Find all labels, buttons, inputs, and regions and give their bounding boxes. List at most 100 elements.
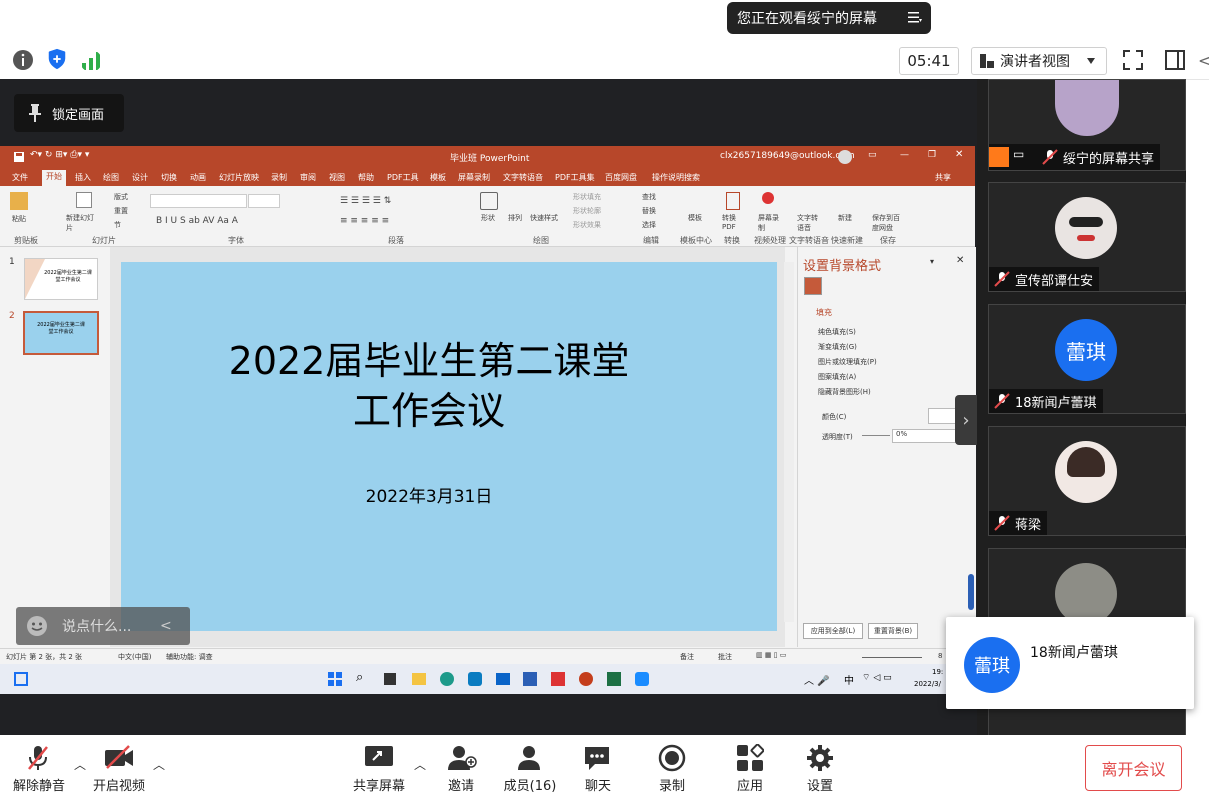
restore-icon[interactable]: ❐ <box>928 150 936 160</box>
arrange-button[interactable]: 排列 <box>508 213 522 223</box>
video-off-icon[interactable] <box>103 744 135 770</box>
excel-icon[interactable] <box>607 672 621 686</box>
windows-start-icon[interactable] <box>328 672 342 686</box>
notes-button[interactable]: 备注 <box>680 652 694 662</box>
chat-input[interactable]: 说点什么... < <box>16 607 190 645</box>
pdf-icon[interactable] <box>726 192 740 210</box>
template-button[interactable]: 模板 <box>688 213 702 223</box>
menu-pdf-toolset[interactable]: PDF工具集 <box>555 172 595 183</box>
wps-icon[interactable] <box>551 672 565 686</box>
ime-indicator[interactable]: 中 <box>844 672 854 687</box>
record-button[interactable]: 录制 <box>652 775 692 794</box>
replace-button[interactable]: 替换 <box>642 206 656 216</box>
close-icon[interactable]: ✕ <box>955 149 963 160</box>
tray-icons[interactable]: ︿ 🎤 <box>804 672 830 687</box>
panel-scrollbar[interactable] <box>968 574 974 610</box>
lock-screen-button[interactable]: 锁定画面 <box>14 94 124 132</box>
transparency-input[interactable]: 0% <box>892 429 956 443</box>
color-picker[interactable] <box>928 408 956 424</box>
watching-indicator[interactable]: 您正在观看绥宁的屏幕 <box>727 2 931 34</box>
task-view-icon[interactable] <box>384 673 396 685</box>
apps-button[interactable]: 应用 <box>730 775 770 794</box>
paste-button[interactable]: 粘贴 <box>12 214 26 224</box>
avatar[interactable] <box>838 150 852 164</box>
menu-record[interactable]: 录制 <box>271 172 287 183</box>
new-slide-icon[interactable] <box>76 192 92 208</box>
search-icon[interactable]: ⌕ <box>356 670 363 685</box>
option-solid[interactable]: 纯色填充(S) <box>818 327 856 337</box>
menu-home[interactable]: 开始 <box>42 170 66 186</box>
menu-tts[interactable]: 文字转语音 <box>503 172 543 183</box>
tts-button[interactable]: 文字转语音 <box>797 213 821 233</box>
select-button[interactable]: 选择 <box>642 220 656 230</box>
current-slide[interactable] <box>121 262 777 631</box>
chat-button[interactable]: 聊天 <box>578 775 618 794</box>
settings-button[interactable]: 设置 <box>800 775 840 794</box>
comments-button[interactable]: 批注 <box>718 652 732 662</box>
shape-outline-button[interactable]: 形状轮廓 <box>573 206 601 216</box>
find-button[interactable]: 查找 <box>642 192 656 202</box>
shield-icon[interactable] <box>46 48 68 70</box>
layout-button[interactable]: 版式 <box>114 192 128 202</box>
menu-baidu[interactable]: 百度网盘 <box>605 172 637 183</box>
video-options-icon[interactable]: ︿ <box>153 756 165 773</box>
ribbon-display-icon[interactable]: ▭ <box>868 150 877 160</box>
mail-icon[interactable] <box>496 673 510 685</box>
pane-close-icon[interactable]: ✕ <box>956 255 964 266</box>
meeting-app-icon[interactable] <box>635 672 649 686</box>
minimize-icon[interactable]: — <box>900 150 909 160</box>
paste-icon[interactable] <box>10 192 28 210</box>
fill-tab-icon[interactable] <box>804 277 822 295</box>
signal-strength-icon[interactable] <box>80 50 102 72</box>
menu-review[interactable]: 审阅 <box>300 172 316 183</box>
more-icon[interactable]: < <box>1198 51 1209 70</box>
record-icon[interactable] <box>658 744 686 772</box>
option-gradient[interactable]: 渐变填充(G) <box>818 342 857 352</box>
reset-bg-button[interactable]: 重置背景(B) <box>868 623 918 639</box>
menu-insert[interactable]: 插入 <box>75 172 91 183</box>
view-selector[interactable]: 演讲者视图 <box>971 47 1107 75</box>
menu-slideshow[interactable]: 幻灯片放映 <box>219 172 259 183</box>
menu-transitions[interactable]: 切换 <box>161 172 177 183</box>
transparency-slider[interactable] <box>862 435 890 436</box>
shape-icon[interactable] <box>480 192 498 210</box>
share-screen-icon[interactable] <box>364 744 394 770</box>
option-picture[interactable]: 图片或纹理填充(P) <box>818 357 877 367</box>
hide-bg-checkbox[interactable]: 隐藏背景图形(H) <box>818 387 871 397</box>
align-icons[interactable]: ≡ ≡ ≡ ≡ ≡ <box>340 216 389 226</box>
fullscreen-icon[interactable] <box>1122 49 1144 71</box>
screen-record-button[interactable]: 屏幕录制 <box>758 213 780 233</box>
mic-muted-icon[interactable] <box>26 744 50 772</box>
section-button[interactable]: 节 <box>114 220 121 230</box>
font-format-icons[interactable]: B I U S ab AV Aa A <box>156 216 238 226</box>
apps-icon[interactable] <box>736 744 764 772</box>
participant-tile[interactable]: 宣传部谭仕安 <box>988 182 1186 292</box>
participant-tile[interactable]: 蒋梁 <box>988 426 1186 536</box>
unmute-button[interactable]: 解除静音 <box>10 775 68 794</box>
join-notification[interactable]: 蕾琪 18新闻卢蕾琪 <box>946 617 1194 709</box>
shape-button[interactable]: 形状 <box>481 213 495 223</box>
slide-thumb-1[interactable]: 2022届毕业生第二课堂工作会议 <box>24 258 98 300</box>
share-options-icon[interactable]: ︿ <box>414 756 426 773</box>
zoom-level[interactable]: 8 <box>938 652 942 660</box>
slide-scrollbar[interactable] <box>784 262 794 622</box>
emoji-icon[interactable] <box>26 615 48 637</box>
menu-screen-record[interactable]: 屏幕录制 <box>458 172 490 183</box>
pane-options-icon[interactable]: ▾ <box>930 257 934 266</box>
start-video-button[interactable]: 开启视频 <box>90 775 148 794</box>
save-icon[interactable] <box>14 152 24 162</box>
font-family-select[interactable] <box>150 194 247 208</box>
share-screen-button[interactable]: 共享屏幕 <box>348 775 410 794</box>
new-slide-button[interactable]: 新建幻灯片 <box>66 213 96 233</box>
shape-fill-button[interactable]: 形状填充 <box>573 192 601 202</box>
menu-draw[interactable]: 绘图 <box>103 172 119 183</box>
menu-template[interactable]: 模板 <box>430 172 446 183</box>
ppt-account[interactable]: clx2657189649@outlook.com <box>720 151 855 161</box>
invite-icon[interactable] <box>447 744 477 772</box>
collapse-panel-button[interactable]: › <box>955 395 977 445</box>
apply-all-button[interactable]: 应用到全部(L) <box>803 623 863 639</box>
quick-styles-button[interactable]: 快速样式 <box>530 213 558 223</box>
invite-button[interactable]: 邀请 <box>440 775 482 794</box>
fill-header[interactable]: 填充 <box>816 307 832 318</box>
undo-icon[interactable]: ↶▾ ↻ ⊞▾ ⎙▾ ▾ <box>30 150 89 160</box>
